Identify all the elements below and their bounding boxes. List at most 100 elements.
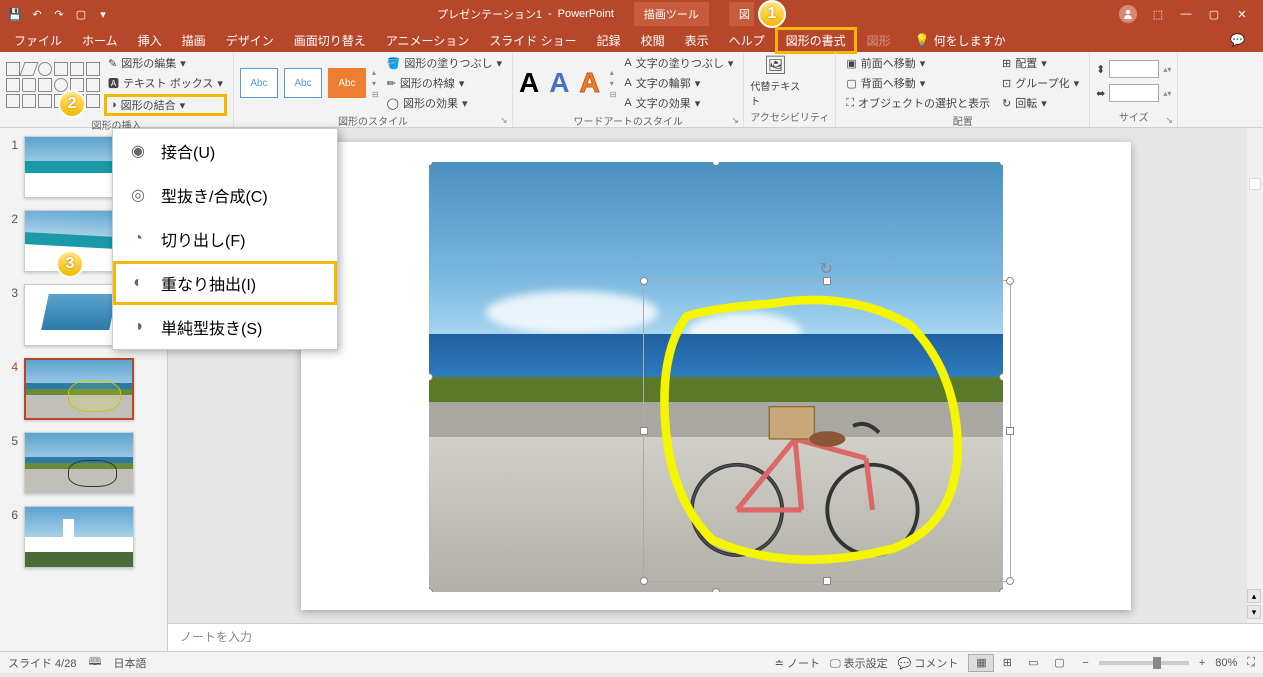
lightbulb-icon: 💡 xyxy=(915,33,930,47)
share-icon[interactable]: 💬 xyxy=(1216,33,1259,47)
notes-toggle[interactable]: ≐ ノート xyxy=(775,655,820,671)
spellcheck-icon[interactable]: 🕮 xyxy=(88,653,101,672)
width-input[interactable]: ⬌▴▾ xyxy=(1096,84,1171,102)
vertical-scrollbar[interactable]: ▴ ▾ xyxy=(1247,128,1263,623)
start-from-beginning-icon[interactable]: ▢ xyxy=(74,7,88,21)
picture-tools-tab[interactable]: 図 xyxy=(729,2,754,26)
group-size: ⬍▴▾ ⬌▴▾ サイズ ↘ xyxy=(1090,52,1178,127)
annotation-2: 2 xyxy=(58,90,86,118)
tab-design[interactable]: デザイン xyxy=(216,28,284,53)
group-label-accessibility: アクセシビリティ xyxy=(750,108,829,125)
rotation-handle-icon[interactable]: ↻ xyxy=(820,259,834,273)
tab-animations[interactable]: アニメーション xyxy=(376,28,480,53)
effects-icon: ◯ xyxy=(387,97,399,110)
group-icon: ⊡ xyxy=(1002,77,1011,90)
minimize-icon[interactable]: — xyxy=(1179,7,1193,21)
shape-selection-box[interactable]: ↻ xyxy=(643,280,1011,582)
zoom-level[interactable]: 80% xyxy=(1215,657,1237,669)
wordart-gallery[interactable]: A A A ▴▾⊟ xyxy=(519,67,616,99)
text-fill-icon: A xyxy=(624,57,631,69)
prev-slide-icon[interactable]: ▴ xyxy=(1247,589,1261,603)
undo-icon[interactable]: ↶ xyxy=(30,7,44,21)
zoom-in-icon[interactable]: + xyxy=(1199,657,1205,669)
selection-pane-button[interactable]: ⛶オブジェクトの選択と表示 xyxy=(842,94,994,112)
text-fill-button[interactable]: A文字の塗りつぶし ▾ xyxy=(620,54,737,72)
slide-counter[interactable]: スライド 4/28 xyxy=(8,655,76,671)
tell-me-search[interactable]: 💡 何をしますか xyxy=(915,32,1006,49)
text-outline-icon: A xyxy=(624,77,631,89)
dropdown-subtract[interactable]: ◑ 単純型抜き(S) xyxy=(113,305,337,349)
tab-record[interactable]: 記録 xyxy=(587,28,631,53)
reading-view-icon[interactable]: ▭ xyxy=(1020,654,1046,672)
shape-effects-button[interactable]: ◯図形の効果 ▾ xyxy=(383,94,506,112)
save-icon[interactable]: 💾 xyxy=(8,7,22,21)
next-slide-icon[interactable]: ▾ xyxy=(1247,605,1261,619)
normal-view-icon[interactable]: ▦ xyxy=(968,654,994,672)
fragment-icon: ◔ xyxy=(127,228,149,250)
group-button[interactable]: ⊡グループ化 ▾ xyxy=(998,74,1083,92)
shape-style-gallery[interactable]: Abc Abc Abc ▴▾⊟ xyxy=(240,68,379,99)
tab-slideshow[interactable]: スライド ショー xyxy=(479,28,586,53)
drawing-tools-tab[interactable]: 描画ツール xyxy=(634,2,709,26)
shape-gallery[interactable] xyxy=(6,62,100,108)
qat-dropdown-icon[interactable]: ▾ xyxy=(96,7,110,21)
text-box-button[interactable]: 🅰テキスト ボックス ▾ xyxy=(104,74,227,92)
text-effects-button[interactable]: A文字の効果 ▾ xyxy=(620,94,737,112)
rotate-button[interactable]: ↻回転 ▾ xyxy=(998,94,1083,112)
edit-shape-button[interactable]: ✎図形の編集 ▾ xyxy=(104,54,227,72)
ribbon-display-icon[interactable]: ⬚ xyxy=(1151,7,1165,21)
slideshow-view-icon[interactable]: ▢ xyxy=(1046,654,1072,672)
text-outline-button[interactable]: A文字の輪郭 ▾ xyxy=(620,74,737,92)
slide-sorter-icon[interactable]: ⊞ xyxy=(994,654,1020,672)
collapse-ribbon-icon[interactable]: ⌃ xyxy=(1249,664,1257,675)
tab-shape-format[interactable]: 図形の書式 xyxy=(775,27,857,54)
ribbon: ✎図形の編集 ▾ 🅰テキスト ボックス ▾ ◑図形の結合 ▾ 図形の挿入 Abc… xyxy=(0,52,1263,128)
size-launcher[interactable]: ↘ xyxy=(1165,115,1175,125)
shape-outline-button[interactable]: ✏図形の枠線 ▾ xyxy=(383,74,506,92)
shape-fill-button[interactable]: 🪣図形の塗りつぶし ▾ xyxy=(383,54,506,72)
zoom-slider[interactable] xyxy=(1099,661,1189,665)
dropdown-combine[interactable]: ◎ 型抜き/合成(C) xyxy=(113,173,337,217)
alt-text-button[interactable]: 🖼 代替テキスト xyxy=(750,55,800,108)
merge-shapes-dropdown: ◉ 接合(U) ◎ 型抜き/合成(C) ◔ 切り出し(F) ◐ 重なり抽出(I)… xyxy=(112,128,338,350)
wordart-launcher[interactable]: ↘ xyxy=(731,115,741,125)
redo-icon[interactable]: ↷ xyxy=(52,7,66,21)
tab-draw[interactable]: 描画 xyxy=(172,28,216,53)
text-box-icon: 🅰 xyxy=(108,75,119,91)
slide-thumb-6[interactable]: 6 xyxy=(4,506,163,568)
tab-review[interactable]: 校閲 xyxy=(631,28,675,53)
dropdown-union[interactable]: ◉ 接合(U) xyxy=(113,129,337,173)
view-buttons: ▦ ⊞ ▭ ▢ xyxy=(968,654,1072,672)
send-backward-button[interactable]: ▢背面へ移動 ▾ xyxy=(842,74,994,92)
bring-forward-button[interactable]: ▣前面へ移動 ▾ xyxy=(842,54,994,72)
tab-file[interactable]: ファイル xyxy=(4,28,72,53)
window-title: プレゼンテーション1 - PowerPoint xyxy=(437,6,614,22)
tab-transitions[interactable]: 画面切り替え xyxy=(284,28,376,53)
dropdown-fragment[interactable]: ◔ 切り出し(F) xyxy=(113,217,337,261)
display-settings-button[interactable]: 🖵 表示設定 xyxy=(830,655,888,671)
language-indicator[interactable]: 日本語 xyxy=(113,655,146,671)
merge-shapes-button[interactable]: ◑図形の結合 ▾ xyxy=(104,94,227,116)
tab-view[interactable]: 表示 xyxy=(675,28,719,53)
group-shape-styles: Abc Abc Abc ▴▾⊟ 🪣図形の塗りつぶし ▾ ✏図形の枠線 ▾ ◯図形… xyxy=(234,52,513,127)
height-input[interactable]: ⬍▴▾ xyxy=(1096,60,1171,78)
user-avatar-icon[interactable] xyxy=(1119,5,1137,23)
tab-home[interactable]: ホーム xyxy=(72,28,128,53)
maximize-icon[interactable]: ▢ xyxy=(1207,7,1221,21)
close-icon[interactable]: ✕ xyxy=(1235,7,1249,21)
dropdown-intersect[interactable]: ◐ 重なり抽出(I) xyxy=(113,261,337,305)
tab-help[interactable]: ヘルプ xyxy=(719,28,775,53)
text-effects-icon: A xyxy=(624,97,631,109)
slide-thumb-5[interactable]: 5 xyxy=(4,432,163,494)
slide-thumb-4[interactable]: 4 xyxy=(4,358,163,420)
comments-button[interactable]: 💬 コメント xyxy=(898,655,959,671)
zoom-out-icon[interactable]: − xyxy=(1082,657,1088,669)
combine-icon: ◎ xyxy=(127,184,149,206)
notes-pane[interactable]: ノートを入力 xyxy=(168,623,1263,651)
tab-insert[interactable]: 挿入 xyxy=(128,28,172,53)
slide-canvas[interactable]: ↻ ↻ xyxy=(301,142,1131,610)
align-button[interactable]: ⊞配置 ▾ xyxy=(998,54,1083,72)
ribbon-tabs: ファイル ホーム 挿入 描画 デザイン 画面切り替え アニメーション スライド … xyxy=(0,28,1263,52)
shape-styles-launcher[interactable]: ↘ xyxy=(500,115,510,125)
tab-picture-format[interactable]: 図形 xyxy=(857,28,901,53)
